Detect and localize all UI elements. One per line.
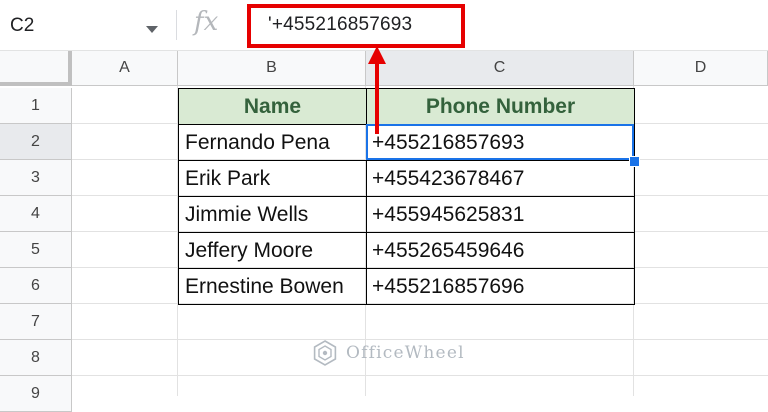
grid-line [72, 375, 768, 376]
watermark: OfficeWheel [312, 340, 465, 366]
highlight-box [247, 4, 465, 48]
column-header-c[interactable]: C [366, 51, 634, 86]
row-header-2[interactable]: 2 [0, 124, 72, 160]
column-header-a[interactable]: A [72, 51, 178, 86]
table-cell-name[interactable]: Jimmie Wells [178, 196, 367, 233]
table-cell-name[interactable]: Jeffery Moore [178, 232, 367, 269]
row-header-6[interactable]: 6 [0, 268, 72, 304]
arrow-up-icon [368, 46, 386, 64]
cell-reference: C2 [10, 15, 35, 36]
annotation-arrow [375, 62, 379, 134]
table-cell-phone[interactable]: +455265459646 [366, 232, 635, 269]
row-header-7[interactable]: 7 [0, 304, 72, 340]
table-cell-name[interactable]: Ernestine Bowen [178, 268, 367, 305]
active-cell-outline [366, 124, 634, 160]
row-header-1[interactable]: 1 [0, 88, 72, 124]
row-header-5[interactable]: 5 [0, 232, 72, 268]
column-header-d[interactable]: D [634, 51, 768, 86]
table-cell-name[interactable]: Fernando Pena [178, 124, 367, 161]
column-header-b[interactable]: B [178, 51, 366, 86]
watermark-text: OfficeWheel [346, 343, 465, 363]
officewheel-logo-icon [313, 340, 337, 366]
table-cell-phone[interactable]: +455423678467 [366, 160, 635, 197]
select-all-corner[interactable] [0, 51, 72, 86]
fill-handle[interactable] [629, 156, 640, 167]
table-header-phone[interactable]: Phone Number [366, 88, 635, 125]
row-header-3[interactable]: 3 [0, 160, 72, 196]
table-cell-phone[interactable]: +455945625831 [366, 196, 635, 233]
row-header-4[interactable]: 4 [0, 196, 72, 232]
name-box[interactable]: C2 [0, 8, 172, 42]
chevron-down-icon[interactable] [146, 26, 158, 33]
table-cell-name[interactable]: Erik Park [178, 160, 367, 197]
table-cell-phone[interactable]: +455216857696 [366, 268, 635, 305]
formula-bar: C2 fx '+455216857693 [0, 0, 768, 51]
table-header-name[interactable]: Name [178, 88, 367, 125]
fx-icon: fx [194, 7, 219, 37]
row-header-9[interactable]: 9 [0, 376, 72, 412]
row-header-8[interactable]: 8 [0, 340, 72, 376]
divider [176, 10, 177, 40]
